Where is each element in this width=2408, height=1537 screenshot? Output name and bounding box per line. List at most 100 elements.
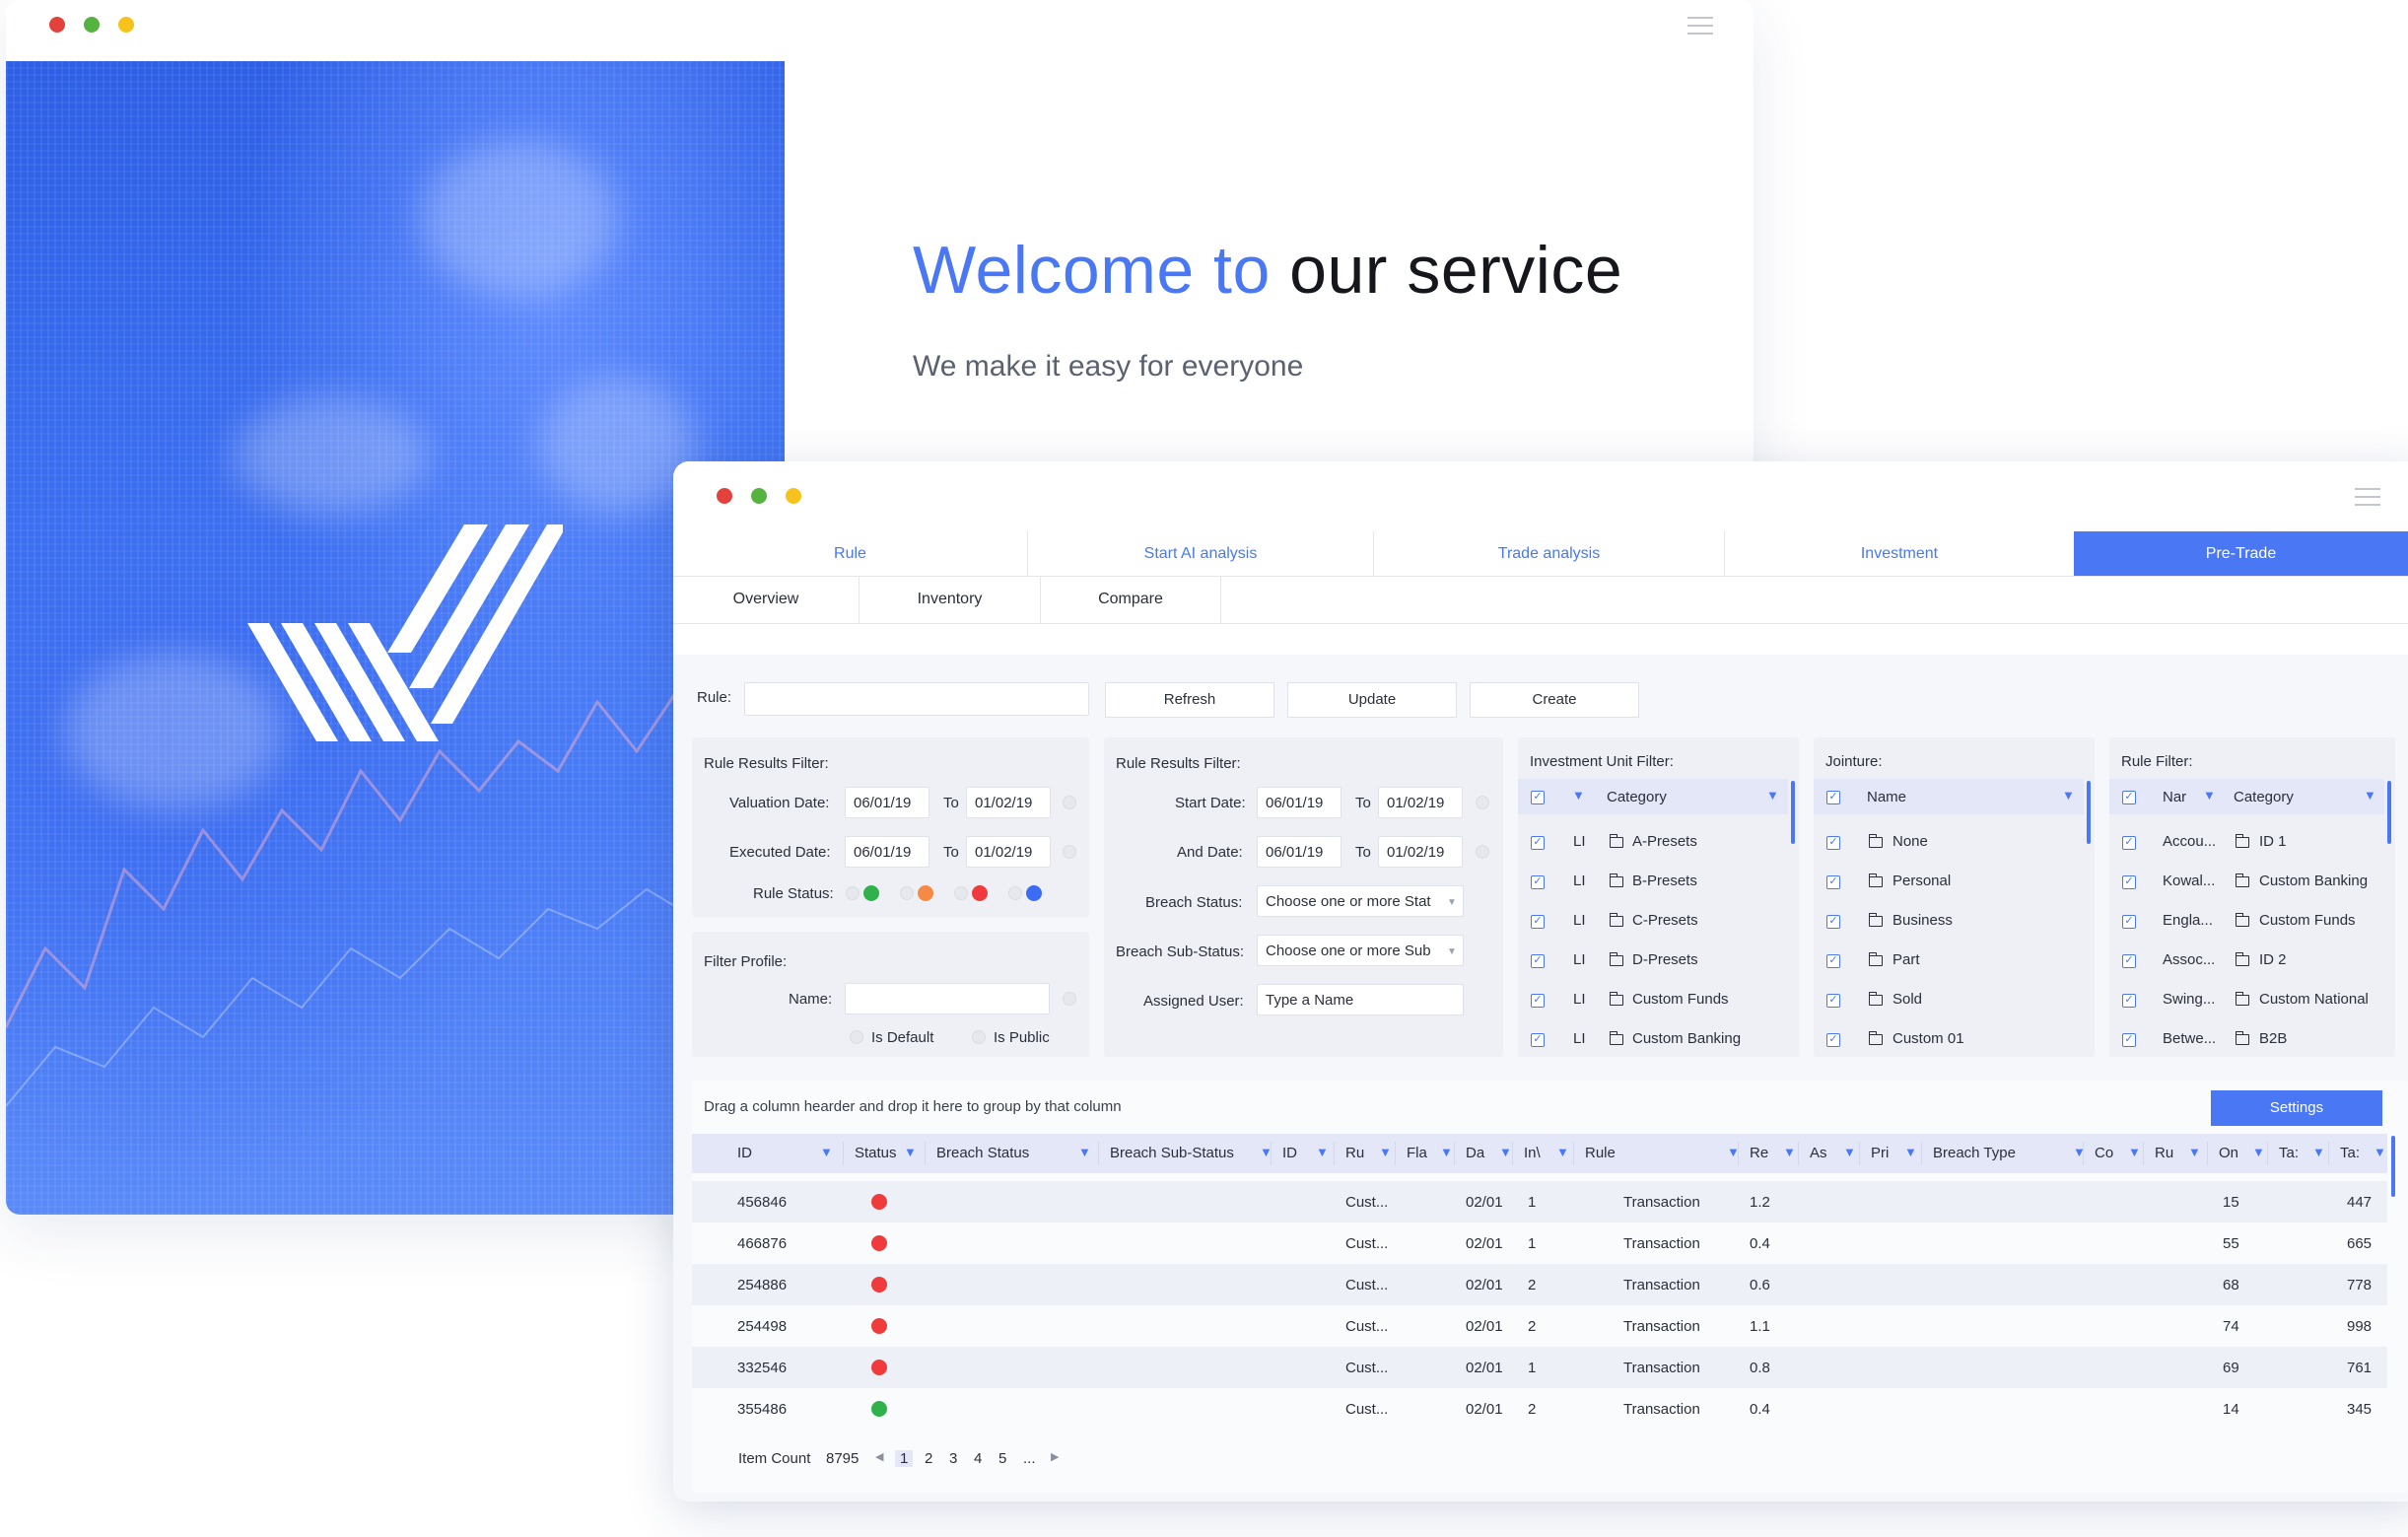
and-date-from[interactable]: 06/01/19: [1257, 836, 1342, 868]
column-header[interactable]: Ta:: [2279, 1145, 2299, 1161]
chevron-left-icon[interactable]: ◀: [875, 1450, 883, 1463]
tab-compare[interactable]: Compare: [1041, 576, 1221, 623]
list-item-checkbox[interactable]: ✓: [1826, 836, 1840, 850]
list-item-checkbox[interactable]: ✓: [1531, 954, 1545, 968]
column-header[interactable]: Breach Type: [1933, 1145, 2016, 1161]
filter-icon[interactable]: ▼: [2312, 1145, 2325, 1159]
filter-icon[interactable]: ▼: [1572, 788, 1585, 803]
list-item-checkbox[interactable]: ✓: [1826, 875, 1840, 889]
clear-icon[interactable]: [1476, 845, 1489, 859]
maximize-window-button[interactable]: [84, 17, 100, 33]
tab-trade-analysis[interactable]: Trade analysis: [1374, 531, 1725, 576]
page-link[interactable]: 3: [949, 1450, 957, 1467]
is-public-radio[interactable]: [972, 1030, 986, 1044]
list-item-checkbox[interactable]: ✓: [1531, 915, 1545, 929]
breach-status-select[interactable]: Choose one or more Stat: [1257, 885, 1464, 917]
list-item-checkbox[interactable]: ✓: [1826, 994, 1840, 1008]
filter-icon[interactable]: ▼: [2252, 1145, 2265, 1159]
column-header[interactable]: Ru: [2155, 1145, 2173, 1161]
close-window-button[interactable]: [49, 17, 65, 33]
close-window-button[interactable]: [717, 488, 732, 504]
filter-icon[interactable]: ▼: [1904, 1145, 1917, 1159]
status-blue-dot[interactable]: [1026, 885, 1042, 901]
chevron-right-icon[interactable]: ▶: [1051, 1450, 1059, 1463]
start-date-to[interactable]: 01/02/19: [1378, 787, 1463, 818]
column-header[interactable]: Re: [1750, 1145, 1768, 1161]
list-item-checkbox[interactable]: ✓: [1531, 1033, 1545, 1047]
page-link[interactable]: ...: [1023, 1450, 1036, 1467]
status-radio[interactable]: [1008, 886, 1022, 900]
filter-icon[interactable]: ▼: [1078, 1145, 1091, 1159]
column-header[interactable]: Rule: [1585, 1145, 1616, 1161]
rule-input[interactable]: [744, 682, 1089, 716]
executed-date-from[interactable]: 06/01/19: [845, 836, 929, 868]
start-date-from[interactable]: 06/01/19: [1257, 787, 1342, 818]
column-header[interactable]: Ta:: [2340, 1145, 2360, 1161]
list-item-checkbox[interactable]: ✓: [1531, 994, 1545, 1008]
refresh-button[interactable]: Refresh: [1105, 682, 1274, 718]
column-header[interactable]: Da: [1466, 1145, 1484, 1161]
page-link[interactable]: 2: [925, 1450, 932, 1467]
list-item-checkbox[interactable]: ✓: [2122, 915, 2136, 929]
column-header[interactable]: Breach Sub-Status: [1110, 1145, 1234, 1161]
select-all-checkbox[interactable]: ✓: [1826, 791, 1840, 804]
filter-icon[interactable]: ▼: [820, 1145, 833, 1159]
update-button[interactable]: Update: [1287, 682, 1457, 718]
column-header[interactable]: Pri: [1871, 1145, 1889, 1161]
filter-icon[interactable]: ▼: [1843, 1145, 1856, 1159]
filter-icon[interactable]: ▼: [1766, 788, 1779, 803]
column-header[interactable]: ID: [737, 1145, 752, 1161]
page-link[interactable]: 5: [998, 1450, 1006, 1467]
filter-icon[interactable]: ▼: [904, 1145, 917, 1159]
column-header[interactable]: On: [2219, 1145, 2238, 1161]
settings-button[interactable]: Settings: [2211, 1090, 2382, 1126]
tab-start-ai-analysis[interactable]: Start AI analysis: [1028, 531, 1374, 576]
and-date-to[interactable]: 01/02/19: [1378, 836, 1463, 868]
column-header[interactable]: Ru: [1345, 1145, 1364, 1161]
assigned-user-input[interactable]: Type a Name: [1257, 984, 1464, 1015]
select-all-checkbox[interactable]: ✓: [1531, 791, 1545, 804]
table-row[interactable]: 466876 Cust... 02/01 1 Transaction 0.4 55 665: [692, 1223, 2387, 1264]
filter-icon[interactable]: ▼: [1379, 1145, 1392, 1159]
minimize-window-button[interactable]: [786, 488, 801, 504]
filter-icon[interactable]: ▼: [1499, 1145, 1512, 1159]
menu-icon[interactable]: [1687, 17, 1713, 36]
tab-inventory[interactable]: Inventory: [860, 576, 1041, 623]
list-item-checkbox[interactable]: ✓: [2122, 954, 2136, 968]
tab-overview[interactable]: Overview: [673, 576, 860, 623]
scrollbar[interactable]: [2391, 1136, 2395, 1197]
executed-date-to[interactable]: 01/02/19: [966, 836, 1051, 868]
column-header[interactable]: Breach Status: [936, 1145, 1029, 1161]
scrollbar[interactable]: [1791, 781, 1795, 844]
column-header[interactable]: Status: [855, 1145, 897, 1161]
maximize-window-button[interactable]: [751, 488, 767, 504]
breach-sub-status-select[interactable]: Choose one or more Sub: [1257, 935, 1464, 966]
column-header[interactable]: In\: [1524, 1145, 1541, 1161]
filter-icon[interactable]: ▼: [2062, 788, 2075, 803]
column-header[interactable]: As: [1810, 1145, 1827, 1161]
profile-name-input[interactable]: [845, 983, 1050, 1014]
table-row[interactable]: 456846 Cust... 02/01 1 Transaction 1.2 15 447: [692, 1181, 2387, 1223]
select-all-checkbox[interactable]: ✓: [2122, 791, 2136, 804]
column-header[interactable]: ID: [1282, 1145, 1297, 1161]
list-item-checkbox[interactable]: ✓: [1531, 875, 1545, 889]
status-green-dot[interactable]: [863, 885, 879, 901]
clear-icon[interactable]: [1063, 992, 1076, 1006]
status-orange-dot[interactable]: [918, 885, 933, 901]
clear-icon[interactable]: [1476, 796, 1489, 809]
filter-icon[interactable]: ▼: [2203, 788, 2216, 803]
tab-pre-trade[interactable]: Pre-Trade: [2074, 531, 2408, 576]
page-link[interactable]: 1: [895, 1450, 914, 1467]
column-header[interactable]: Co: [2095, 1145, 2113, 1161]
valuation-date-to[interactable]: 01/02/19: [966, 787, 1051, 818]
list-item-checkbox[interactable]: ✓: [2122, 875, 2136, 889]
filter-icon[interactable]: ▼: [2364, 788, 2376, 803]
list-item-checkbox[interactable]: ✓: [2122, 994, 2136, 1008]
filter-icon[interactable]: ▼: [1556, 1145, 1569, 1159]
page-link[interactable]: 4: [974, 1450, 982, 1467]
tab-investment[interactable]: Investment: [1725, 531, 2075, 576]
menu-icon[interactable]: [2355, 488, 2380, 508]
status-radio[interactable]: [954, 886, 968, 900]
scrollbar[interactable]: [2087, 781, 2091, 844]
filter-icon[interactable]: ▼: [1440, 1145, 1453, 1159]
